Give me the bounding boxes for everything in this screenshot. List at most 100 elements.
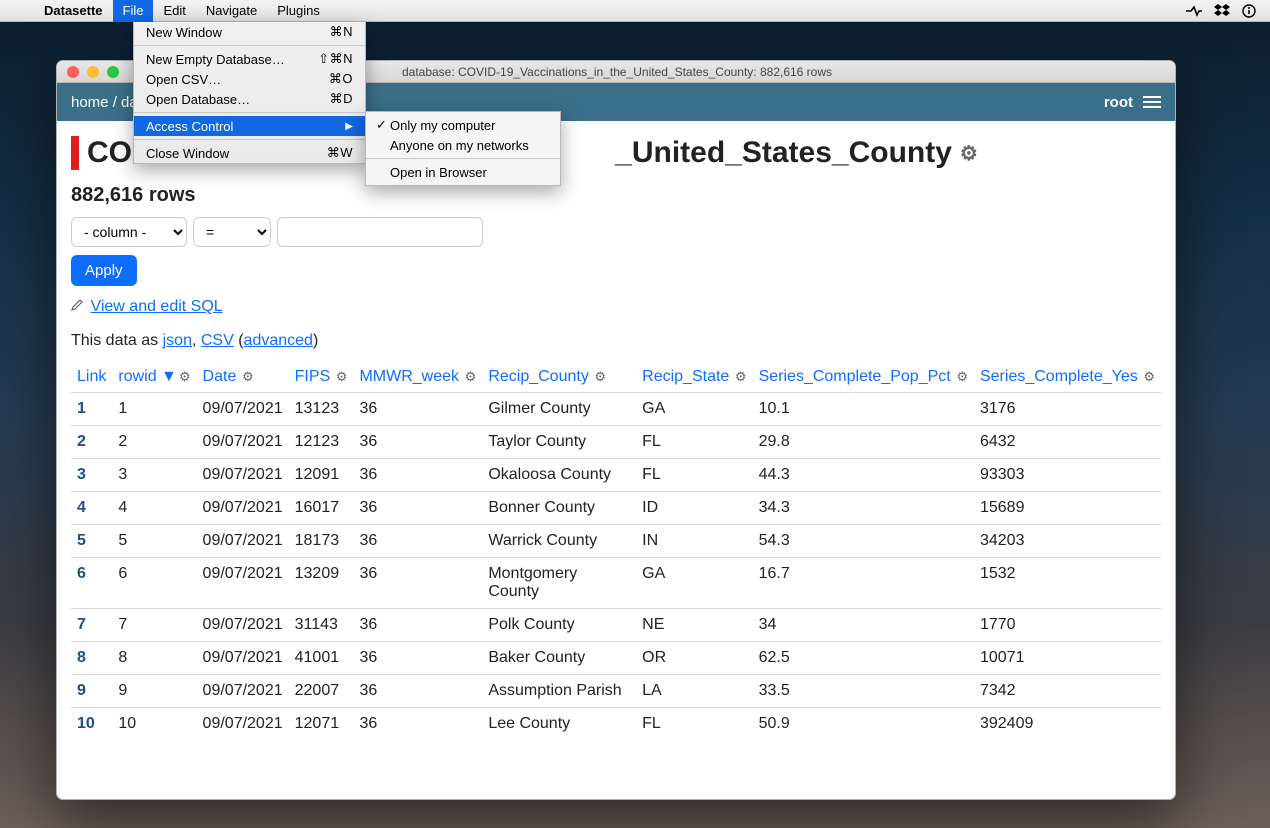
cell-date: 09/07/2021: [197, 642, 289, 675]
dropbox-icon[interactable]: [1214, 4, 1230, 18]
table-row: 6609/07/20211320936Montgomery CountyGA16…: [71, 558, 1161, 609]
gear-icon[interactable]: ⚙: [731, 369, 746, 384]
cell-pct: 34: [753, 609, 974, 642]
table-row: 2209/07/20211212336Taylor CountyFL29.864…: [71, 426, 1161, 459]
cell-fips: 16017: [289, 492, 354, 525]
title-accent-bar: [71, 136, 79, 170]
col-yes[interactable]: Series_Complete_Yes ⚙: [974, 362, 1161, 393]
menu-plugins[interactable]: Plugins: [267, 0, 330, 22]
col-county[interactable]: Recip_County ⚙: [482, 362, 636, 393]
breadcrumb-home[interactable]: home: [71, 94, 109, 111]
csv-link[interactable]: CSV: [201, 332, 234, 349]
row-link[interactable]: 3: [71, 459, 112, 492]
cell-date: 09/07/2021: [197, 393, 289, 426]
cell-rowid: 9: [112, 675, 196, 708]
row-link[interactable]: 10: [71, 708, 112, 741]
menu-separator: [134, 45, 365, 46]
menubar-extra-icon[interactable]: [1186, 4, 1202, 18]
row-link[interactable]: 7: [71, 609, 112, 642]
gear-icon[interactable]: ⚙: [960, 141, 978, 166]
pencil-icon: [71, 298, 84, 314]
checkmark-icon: ✓: [376, 117, 390, 133]
window-minimize-button[interactable]: [87, 66, 99, 78]
cell-yes: 15689: [974, 492, 1161, 525]
row-link[interactable]: 8: [71, 642, 112, 675]
cell-pct: 50.9: [753, 708, 974, 741]
gear-icon[interactable]: ⚙: [1140, 369, 1155, 384]
menu-new-empty-database[interactable]: New Empty Database…⇧⌘N: [134, 49, 365, 69]
col-date[interactable]: Date ⚙: [197, 362, 289, 393]
cell-pct: 54.3: [753, 525, 974, 558]
submenu-open-in-browser[interactable]: Open in Browser: [366, 162, 560, 182]
menu-open-database[interactable]: Open Database…⌘D: [134, 89, 365, 109]
cell-county: Lee County: [482, 708, 636, 741]
window-close-button[interactable]: [67, 66, 79, 78]
cell-state: IN: [636, 525, 752, 558]
gear-icon[interactable]: ⚙: [953, 369, 968, 384]
gear-icon[interactable]: ⚙: [238, 369, 253, 384]
app-name[interactable]: Datasette: [34, 3, 113, 18]
cell-yes: 1770: [974, 609, 1161, 642]
cell-fips: 41001: [289, 642, 354, 675]
gear-icon[interactable]: ⚙: [591, 369, 606, 384]
info-icon[interactable]: [1242, 4, 1256, 18]
cell-mmwr: 36: [353, 642, 482, 675]
filter-value-input[interactable]: [277, 217, 483, 247]
hamburger-menu-icon[interactable]: [1143, 96, 1161, 108]
user-label[interactable]: root: [1104, 94, 1133, 111]
col-link[interactable]: Link: [71, 362, 112, 393]
submenu-anyone-networks[interactable]: Anyone on my networks: [366, 135, 560, 155]
cell-rowid: 7: [112, 609, 196, 642]
view-sql-link[interactable]: View and edit SQL: [90, 298, 222, 315]
cell-rowid: 10: [112, 708, 196, 741]
browser-window: database: COVID-19_Vaccinations_in_the_U…: [56, 60, 1176, 800]
menu-close-window[interactable]: Close Window⌘W: [134, 143, 365, 163]
advanced-link[interactable]: advanced: [244, 332, 313, 349]
menu-file[interactable]: File: [113, 0, 154, 22]
col-state[interactable]: Recip_State ⚙: [636, 362, 752, 393]
row-link[interactable]: 6: [71, 558, 112, 609]
cell-state: FL: [636, 459, 752, 492]
col-pct[interactable]: Series_Complete_Pop_Pct ⚙: [753, 362, 974, 393]
col-fips[interactable]: FIPS ⚙: [289, 362, 354, 393]
table-row: 5509/07/20211817336Warrick CountyIN54.33…: [71, 525, 1161, 558]
gear-icon[interactable]: ⚙: [179, 369, 191, 384]
window-zoom-button[interactable]: [107, 66, 119, 78]
cell-mmwr: 36: [353, 525, 482, 558]
submenu-only-my-computer[interactable]: ✓ Only my computer: [366, 115, 560, 135]
col-rowid[interactable]: rowid ▼⚙: [112, 362, 196, 393]
gear-icon[interactable]: ⚙: [332, 369, 347, 384]
cell-county: Gilmer County: [482, 393, 636, 426]
row-link[interactable]: 2: [71, 426, 112, 459]
cell-date: 09/07/2021: [197, 492, 289, 525]
cell-state: NE: [636, 609, 752, 642]
menu-open-csv[interactable]: Open CSV…⌘O: [134, 69, 365, 89]
json-link[interactable]: json: [163, 332, 192, 349]
gear-icon[interactable]: ⚙: [461, 369, 476, 384]
row-link[interactable]: 1: [71, 393, 112, 426]
cell-fips: 12091: [289, 459, 354, 492]
menu-edit[interactable]: Edit: [153, 0, 195, 22]
menu-navigate[interactable]: Navigate: [196, 0, 267, 22]
row-link[interactable]: 9: [71, 675, 112, 708]
filter-operator-select[interactable]: =: [193, 217, 271, 247]
cell-pct: 33.5: [753, 675, 974, 708]
cell-pct: 62.5: [753, 642, 974, 675]
cell-fips: 12071: [289, 708, 354, 741]
access-control-submenu: ✓ Only my computer Anyone on my networks…: [365, 111, 561, 186]
menu-access-control[interactable]: Access Control▶: [134, 116, 365, 136]
table-row: 1109/07/20211312336Gilmer CountyGA10.131…: [71, 393, 1161, 426]
table-row: 8809/07/20214100136Baker CountyOR62.5100…: [71, 642, 1161, 675]
cell-state: ID: [636, 492, 752, 525]
cell-pct: 44.3: [753, 459, 974, 492]
row-link[interactable]: 5: [71, 525, 112, 558]
apply-button[interactable]: Apply: [71, 255, 137, 286]
row-link[interactable]: 4: [71, 492, 112, 525]
cell-yes: 3176: [974, 393, 1161, 426]
cell-state: GA: [636, 558, 752, 609]
cell-date: 09/07/2021: [197, 558, 289, 609]
col-mmwr[interactable]: MMWR_week ⚙: [353, 362, 482, 393]
menu-new-window[interactable]: New Window⌘N: [134, 22, 365, 42]
filter-column-select[interactable]: - column -: [71, 217, 187, 247]
cell-mmwr: 36: [353, 459, 482, 492]
